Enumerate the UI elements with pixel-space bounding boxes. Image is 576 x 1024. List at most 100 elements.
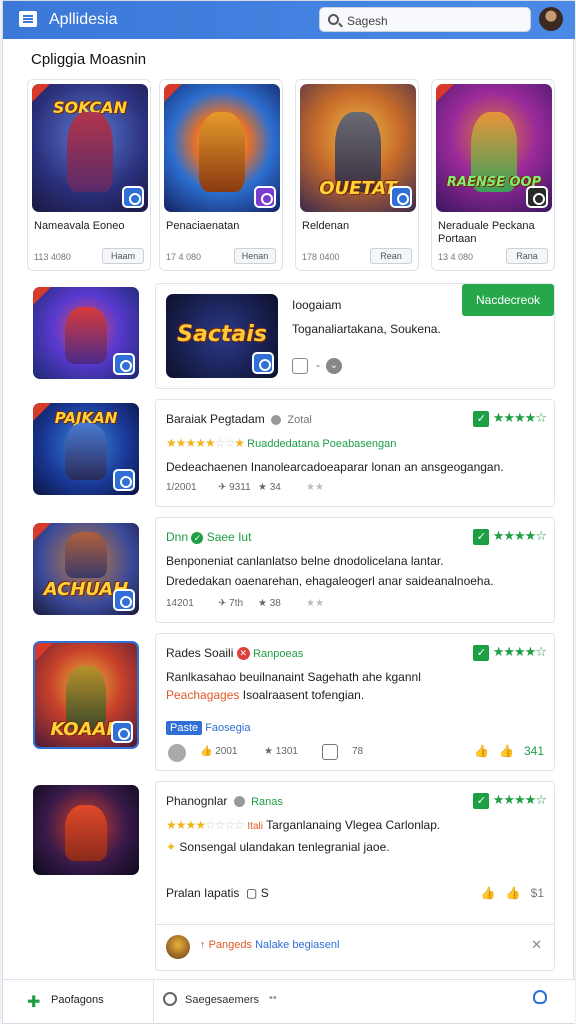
like-controls[interactable]: 👍 👍 341 — [474, 744, 544, 758]
heart-icon[interactable] — [254, 186, 276, 208]
search-placeholder: Sagesh — [347, 14, 388, 28]
star-icons: ★★ — [306, 598, 324, 609]
review-footer: Pralan Iapatis ▢ S — [166, 886, 269, 900]
square-icon[interactable] — [292, 358, 308, 374]
separator-dash: - — [316, 358, 320, 372]
rating-badge: ✓ ★★★★☆ — [473, 528, 547, 545]
verified-icon: ✓ — [191, 531, 204, 544]
game-card[interactable]: OUETAT Reldenan 178 0400 Rean — [295, 79, 419, 271]
section-title: Cpliggia Moasnin — [31, 51, 147, 68]
app-title: Apllidesia — [49, 11, 118, 28]
review-stat: ★ 1301 — [264, 746, 298, 757]
review-title: Dnn ✓ Saee Iut — [166, 530, 252, 544]
check-icon: ✓ — [473, 410, 490, 427]
card-action-button[interactable]: Rean — [370, 248, 412, 264]
review-body: Dedeachaenen Inanolearcadoeaparar lonan … — [166, 460, 504, 474]
card-count: 178 0400 — [302, 252, 340, 262]
bottom-bar: ✚ Paofagons Saegesaemers •• — [3, 979, 575, 1024]
review-body-2: Drededakan oaenarehan, ehagaleogerl anar… — [166, 574, 494, 588]
bookmark-icon[interactable] — [526, 186, 548, 208]
bookmark-icon[interactable] — [252, 352, 274, 374]
avatar — [166, 935, 190, 959]
like-controls[interactable]: 👍 👍 $1 — [481, 886, 544, 900]
bookmark-icon[interactable] — [113, 469, 135, 491]
card-title: Neraduale Peckana Portaan — [438, 220, 535, 245]
review-stat: 14201 — [166, 598, 194, 609]
review-stat: 👍 2001 — [200, 746, 238, 757]
refresh-icon[interactable] — [168, 744, 186, 762]
card-title: Penaciaenatan — [166, 220, 240, 232]
review-rating: ★★★★☆☆☆☆ Itali Targanlanaing Vlegea Carl… — [166, 818, 441, 832]
profile-icon[interactable] — [533, 990, 547, 1004]
app-window: Apllidesia Sagesh Cpliggia Moasnin SOKCA… — [2, 0, 575, 1024]
game-thumbnail: SOKCAN — [32, 84, 148, 212]
game-thumbnail[interactable] — [33, 287, 139, 379]
review-stat: 78 — [352, 746, 364, 757]
review-rating: ★★★★★☆☆★ Ruaddedatana Poeabasengan — [166, 436, 397, 450]
review-stat: 1/2001 — [166, 482, 197, 493]
card-title: Reldenan — [302, 220, 350, 232]
search-icon — [328, 14, 339, 25]
card-action-button[interactable]: Haam — [102, 248, 144, 264]
check-icon: ✓ — [473, 528, 490, 545]
review-title: Phanognlar Ranas — [166, 794, 283, 808]
bottom-middle-label[interactable]: Saegesaemers — [185, 994, 259, 1006]
game-card[interactable]: SOKCAN Nameavala Eoneo 113 4080 Haam — [27, 79, 151, 271]
review-title: Baraiak Pegtadam Zotal — [166, 412, 312, 426]
tag-pill[interactable]: Paste Faosegia — [166, 721, 250, 735]
game-thumbnail[interactable]: KOAAH — [33, 641, 139, 749]
game-thumbnail — [164, 84, 280, 212]
divider — [153, 980, 154, 1024]
game-thumbnail[interactable] — [33, 785, 139, 875]
game-thumbnail: OUETAT — [300, 84, 416, 212]
bookmark-icon[interactable] — [122, 186, 144, 208]
bookmark-icon[interactable] — [111, 721, 133, 743]
card-count: 13 4 080 — [438, 252, 474, 262]
chevron-down-icon[interactable]: ⌄ — [326, 358, 342, 374]
bookmark-icon[interactable] — [113, 353, 135, 375]
recommend-button[interactable]: Nacdecreok — [462, 284, 554, 316]
review-card[interactable]: Phanognlar Ranas ★★★★☆☆☆☆ Itali Targanla… — [155, 781, 555, 971]
featured-card[interactable]: Sactais Ioogaiam Toganaliartakana, Souke… — [155, 283, 555, 389]
chat-icon[interactable] — [163, 992, 177, 1006]
review-stat: ✈ 9311 — [218, 482, 251, 493]
game-logo-text: Sactais — [177, 322, 267, 347]
image-icon[interactable] — [322, 744, 338, 760]
review-card[interactable]: Baraiak Pegtadam Zotal ★★★★★☆☆★ Ruaddeda… — [155, 399, 555, 507]
comment-bar[interactable]: ↑ Pangeds Nalake begiasenl ✕ — [156, 924, 554, 970]
review-body: Ranlkasahao beuilnanaint Sagehath ahe kg… — [166, 670, 421, 684]
rating-badge: ✓ ★★★★☆ — [473, 410, 547, 427]
game-card[interactable]: RAENSE OOP Neraduale Peckana Portaan 13 … — [431, 79, 555, 271]
featured-title: Ioogaiam — [292, 298, 342, 312]
game-thumbnail[interactable]: ACHUAH — [33, 523, 139, 615]
review-body: ✦ Sonsengal ulandakan tenlegranial jaoe. — [166, 840, 390, 854]
bottom-left-label[interactable]: Paofagons — [51, 994, 104, 1006]
star-icons: ★★ — [306, 482, 324, 493]
card-count: 17 4 080 — [166, 252, 202, 262]
bookmark-icon[interactable] — [113, 589, 135, 611]
top-header: Apllidesia Sagesh — [3, 1, 575, 39]
game-thumbnail[interactable]: PAJKAN — [33, 403, 139, 495]
game-card[interactable]: Penaciaenatan 17 4 080 Henan — [159, 79, 283, 271]
rating-badge: ✓ ★★★★☆ — [473, 644, 547, 661]
card-action-button[interactable]: Henan — [234, 248, 276, 264]
rating-badge: ✓ ★★★★☆ — [473, 792, 547, 809]
avatar[interactable] — [539, 7, 563, 31]
menu-icon[interactable] — [19, 11, 37, 27]
featured-description: Toganaliartakana, Soukena. — [292, 322, 441, 336]
search-input[interactable]: Sagesh — [319, 7, 531, 32]
review-card[interactable]: Dnn ✓ Saee Iut Benponeniat canlanlatso b… — [155, 517, 555, 623]
review-stat: ✈ 7th — [218, 598, 244, 609]
check-icon: ✓ — [473, 644, 490, 661]
puzzle-icon[interactable]: ✚ — [27, 992, 40, 1012]
game-thumbnail: RAENSE OOP — [436, 84, 552, 212]
check-icon: ✓ — [473, 792, 490, 809]
review-card[interactable]: Rades Soaili ✕ Ranpoeas Ranlkasahao beui… — [155, 633, 555, 771]
comment-text: ↑ Pangeds Nalake begiasenl — [200, 939, 340, 951]
bookmark-icon[interactable] — [390, 186, 412, 208]
card-count: 113 4080 — [34, 252, 71, 262]
review-title: Rades Soaili ✕ Ranpoeas — [166, 646, 304, 661]
card-action-button[interactable]: Rana — [506, 248, 548, 264]
review-body: Benponeniat canlanlatso belne dnodolicel… — [166, 554, 444, 568]
close-icon[interactable]: ✕ — [531, 937, 542, 953]
